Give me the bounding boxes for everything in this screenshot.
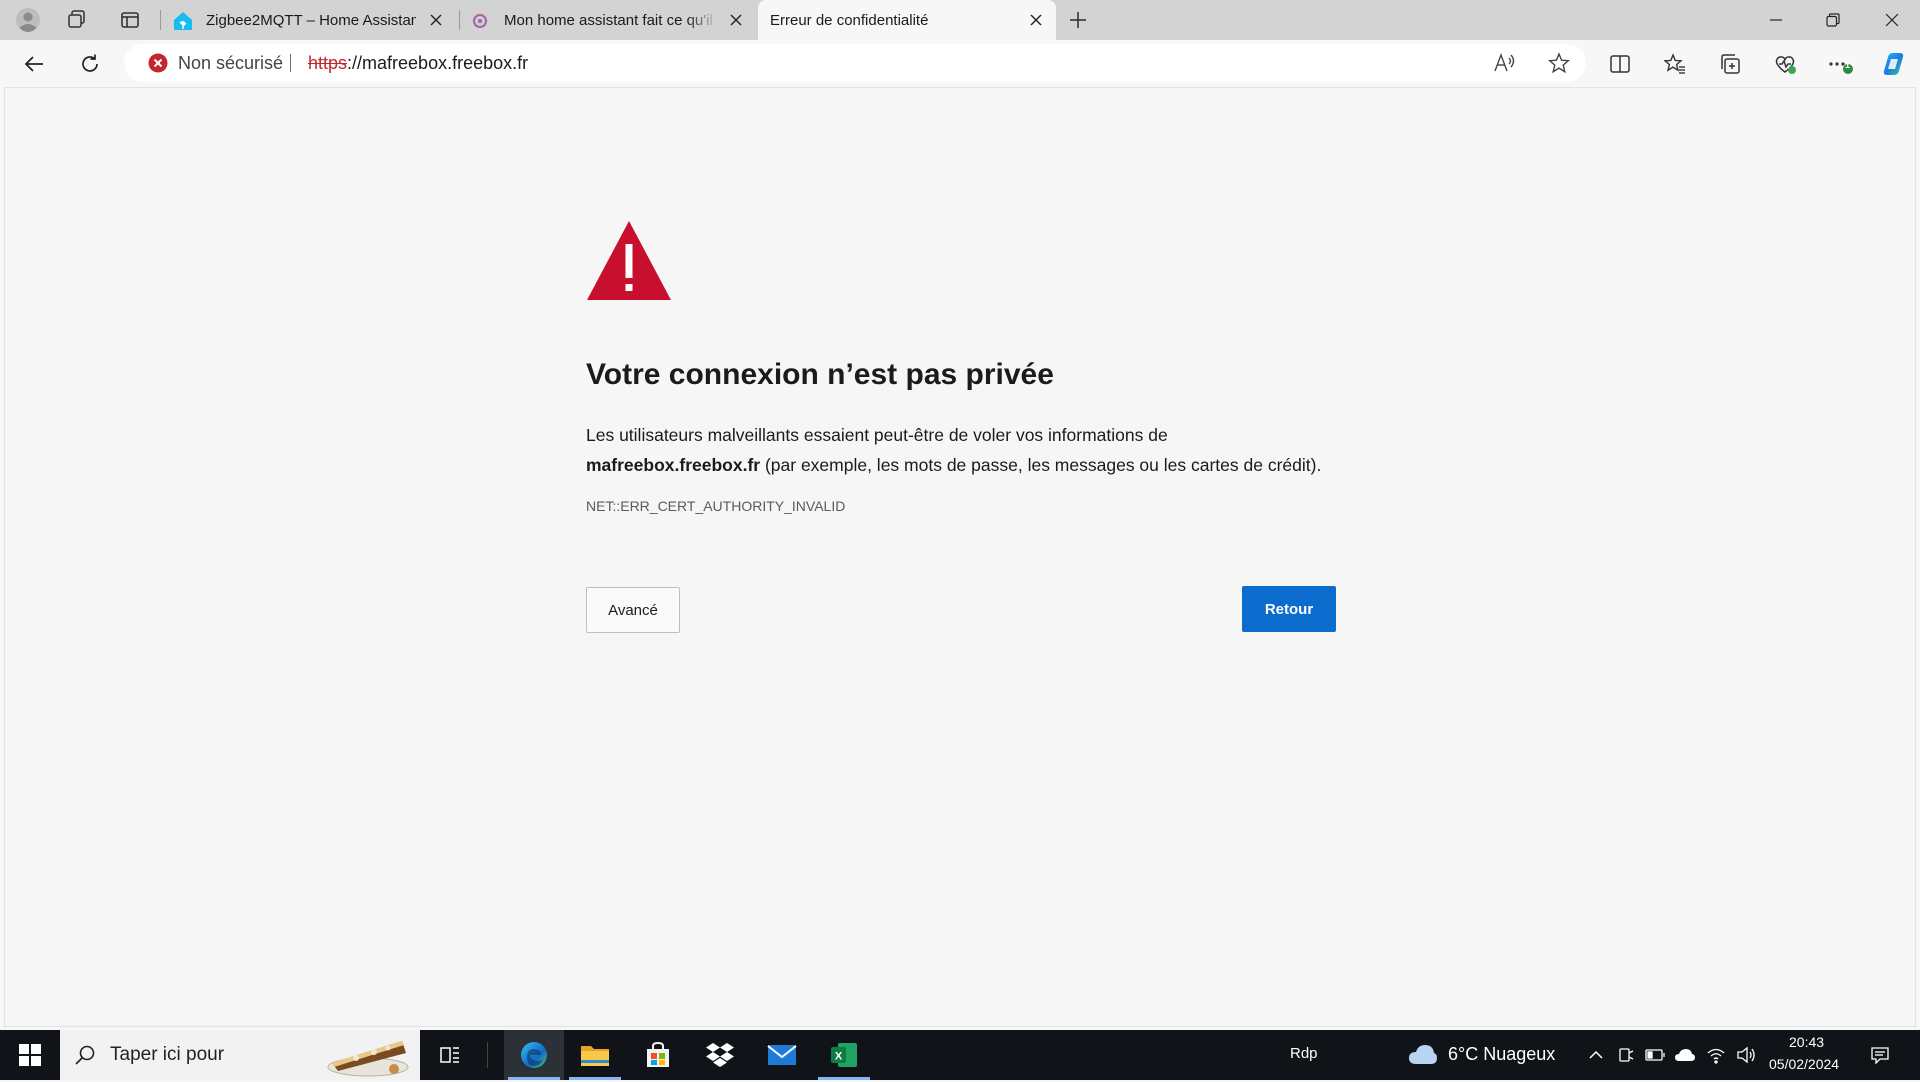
- taskbar-file-explorer-icon[interactable]: [565, 1030, 625, 1080]
- task-view-icon[interactable]: [420, 1030, 480, 1080]
- windows-start-icon[interactable]: [0, 1030, 60, 1080]
- restore-icon[interactable]: [1805, 0, 1861, 40]
- close-tab-icon[interactable]: [426, 10, 446, 30]
- cloudy-weather-icon[interactable]: [1408, 1042, 1438, 1071]
- advanced-button[interactable]: Avancé: [586, 587, 680, 633]
- close-window-icon[interactable]: [1864, 0, 1920, 40]
- favorites-icon[interactable]: [1657, 46, 1693, 82]
- favorite-star-icon[interactable]: [1541, 45, 1577, 81]
- search-highlight-pie-icon: [326, 1033, 410, 1082]
- error-description-line2: (par exemple, les mots de passe, les mes…: [760, 455, 1322, 475]
- error-host: mafreebox.freebox.fr: [586, 455, 761, 475]
- taskbar-edge-icon[interactable]: [504, 1030, 564, 1080]
- error-code: NET::ERR_CERT_AUTHORITY_INVALID: [586, 498, 846, 514]
- error-title: Votre connexion n’est pas privée: [586, 358, 1054, 391]
- search-placeholder: Taper ici pour: [110, 1044, 225, 1065]
- workspaces-icon[interactable]: [61, 4, 93, 36]
- notifications-icon[interactable]: [1868, 1043, 1892, 1067]
- new-tab-icon[interactable]: [1062, 4, 1094, 36]
- tab-title: Zigbee2MQTT – Home Assistant: [206, 11, 416, 29]
- tab-privacy-error[interactable]: Erreur de confidentialité: [758, 0, 1056, 40]
- tab-title: Mon home assistant fait ce qu'il veut: [504, 11, 718, 29]
- taskbar-excel-icon[interactable]: X: [814, 1030, 874, 1080]
- forum-favicon-icon: [470, 11, 490, 35]
- meet-now-icon[interactable]: [1614, 1043, 1638, 1067]
- taskbar-dropbox-icon[interactable]: [690, 1030, 750, 1080]
- security-indicator[interactable]: Non sécurisé: [148, 44, 283, 82]
- address-bar[interactable]: Non sécurisé https://mafreebox.freebox.f…: [124, 44, 1586, 82]
- home-assistant-favicon-icon: [173, 11, 193, 35]
- taskbar-divider: [487, 1042, 488, 1068]
- extension-badge: 1: [1845, 60, 1851, 70]
- close-tab-icon[interactable]: [726, 10, 746, 30]
- battery-icon[interactable]: [1643, 1043, 1667, 1067]
- not-secure-icon: [148, 53, 168, 73]
- taskbar-search[interactable]: Taper ici pour: [60, 1030, 420, 1080]
- vertical-tabs-icon[interactable]: [114, 4, 146, 36]
- chevron-up-icon[interactable]: [1584, 1043, 1608, 1067]
- security-label: Non sécurisé: [178, 52, 284, 73]
- taskbar-mail-icon[interactable]: [752, 1030, 812, 1080]
- error-description: Les utilisateurs malveillants essaient p…: [586, 420, 1346, 480]
- tab-separator: [160, 10, 161, 30]
- address-separator: [290, 54, 291, 72]
- read-aloud-icon[interactable]: [1486, 45, 1522, 81]
- tray-label[interactable]: Rdp: [1290, 1045, 1318, 1062]
- warning-triangle-icon: [586, 218, 672, 309]
- minimize-icon[interactable]: [1748, 0, 1804, 40]
- split-screen-icon[interactable]: [1602, 46, 1638, 82]
- collections-icon[interactable]: [1712, 46, 1748, 82]
- taskbar: Taper ici pour X Rdp 6°C Nuageux 20:43 0…: [0, 1030, 1920, 1080]
- tab-separator: [459, 10, 460, 30]
- url-text[interactable]: https://mafreebox.freebox.fr: [308, 44, 528, 82]
- onedrive-cloud-icon[interactable]: [1673, 1043, 1697, 1067]
- close-tab-icon[interactable]: [1026, 10, 1046, 30]
- svg-text:X: X: [835, 1051, 843, 1063]
- url-scheme: https: [308, 53, 348, 73]
- profile-icon[interactable]: [12, 4, 44, 36]
- error-description-line1: Les utilisateurs malveillants essaient p…: [586, 425, 1168, 445]
- page-content: Votre connexion n’est pas privée Les uti…: [4, 87, 1916, 1027]
- browser-toolbar: Non sécurisé https://mafreebox.freebox.f…: [0, 40, 1920, 87]
- tab-strip: Zigbee2MQTT – Home Assistant Mon home as…: [0, 0, 1920, 40]
- tab-title: Erreur de confidentialité: [770, 11, 929, 29]
- browser-essentials-icon[interactable]: [1767, 46, 1803, 82]
- tab-zigbee2mqtt[interactable]: Zigbee2MQTT – Home Assistant: [166, 0, 456, 40]
- back-arrow-icon[interactable]: [16, 46, 52, 82]
- back-button[interactable]: Retour: [1242, 586, 1336, 632]
- copilot-icon[interactable]: [1876, 46, 1912, 82]
- search-icon: [74, 1044, 96, 1071]
- url-host: ://mafreebox.freebox.fr: [347, 53, 529, 73]
- tab-forum-post[interactable]: Mon home assistant fait ce qu'il veut: [462, 0, 756, 40]
- wifi-icon[interactable]: [1704, 1043, 1728, 1067]
- clock-date[interactable]: 05/02/2024: [1769, 1056, 1839, 1072]
- taskbar-store-icon[interactable]: [628, 1030, 688, 1080]
- more-options-icon[interactable]: 1: [1822, 46, 1858, 82]
- refresh-icon[interactable]: [72, 46, 108, 82]
- clock-time[interactable]: 20:43: [1789, 1034, 1824, 1050]
- weather-text[interactable]: 6°C Nuageux: [1448, 1044, 1555, 1065]
- volume-icon[interactable]: [1734, 1043, 1758, 1067]
